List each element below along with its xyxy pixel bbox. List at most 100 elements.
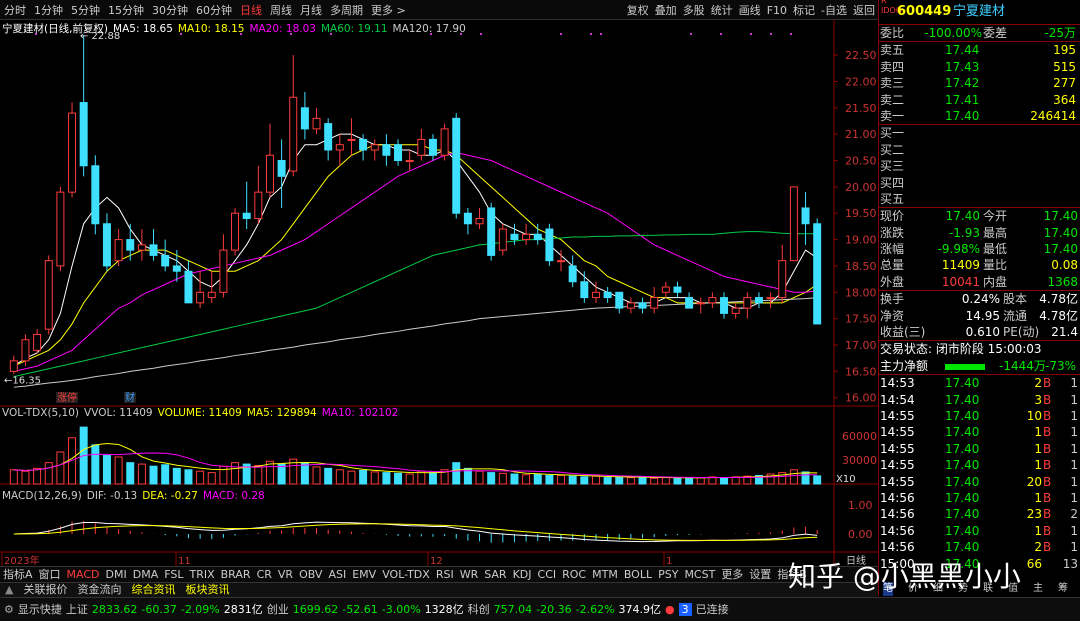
nav-tab[interactable]: 综合资讯: [126, 583, 180, 596]
tool-button[interactable]: F10: [764, 4, 790, 17]
tick-time: 14:55: [880, 458, 915, 473]
indicator-tab[interactable]: BOLL: [621, 568, 655, 581]
tool-button[interactable]: 返回: [850, 4, 878, 17]
indicator-tab[interactable]: VOL-TDX: [379, 568, 433, 581]
volume-bar: [789, 469, 798, 485]
indicator-tab[interactable]: CCI: [535, 568, 560, 581]
period-tab[interactable]: 分时: [0, 4, 30, 17]
event-marker: [560, 33, 562, 35]
tool-button[interactable]: 标记: [790, 4, 818, 17]
indicator-tab[interactable]: TRIX: [186, 568, 217, 581]
volume-bar: [370, 471, 379, 485]
indicator-tab[interactable]: BRAR: [218, 568, 254, 581]
alert-icon[interactable]: ●: [665, 603, 675, 616]
status-label[interactable]: 显示快捷: [18, 603, 62, 616]
dif-line: [13, 521, 818, 543]
period-tab[interactable]: 周线: [266, 4, 296, 17]
candle-body: [428, 138, 437, 156]
tick-count: 1: [1070, 458, 1078, 473]
period-tab[interactable]: 更多 >: [367, 4, 410, 17]
tool-button[interactable]: 叠加: [652, 4, 680, 17]
indicator-tab[interactable]: WR: [457, 568, 482, 581]
indicator-tab[interactable]: ROC: [559, 568, 589, 581]
candle-body: [277, 160, 286, 177]
kline-chart-area[interactable]: 22.50 22.00 21.50 21.00 20.50 20.00 19.50 19.00…: [0, 20, 878, 567]
period-tab[interactable]: 日线: [236, 4, 266, 17]
indicator-tab[interactable]: SAR: [481, 568, 509, 581]
tool-button[interactable]: 统计: [708, 4, 736, 17]
nav-tab[interactable]: 板块资讯: [180, 583, 234, 596]
period-tab[interactable]: 60分钟: [192, 4, 236, 17]
indicator-tab[interactable]: CR: [254, 568, 275, 581]
book-label: 卖二: [880, 92, 905, 107]
candle-body: [161, 254, 170, 267]
indicator-tab[interactable]: EMV: [349, 568, 379, 581]
buy-row: 买二: [879, 142, 1080, 158]
candle-body: [720, 297, 729, 314]
candle-body: [568, 265, 577, 283]
volume-bar: [172, 467, 181, 485]
stat-value: 0.610: [965, 325, 1000, 340]
indicator-tab[interactable]: 更多: [718, 568, 746, 581]
period-tab[interactable]: 5分钟: [67, 4, 104, 17]
index-name[interactable]: 科创: [468, 603, 490, 616]
ma-legend-item: MA60: 19.11: [320, 23, 388, 35]
volume-bar: [33, 467, 42, 485]
tick-volume: 3: [1034, 392, 1042, 407]
nav-arrow-icon[interactable]: ▲: [0, 583, 18, 596]
indicator-tab[interactable]: VR: [275, 568, 296, 581]
indicator-tab[interactable]: 窗口: [36, 568, 64, 581]
period-tab[interactable]: 15分钟: [104, 4, 148, 17]
index-name[interactable]: 上证: [66, 603, 88, 616]
indicator-tab[interactable]: 指标A: [0, 568, 36, 581]
tool-button[interactable]: 多股: [680, 4, 708, 17]
stock-code: 600449: [897, 4, 952, 19]
tick-count: 1: [1070, 441, 1078, 456]
tick-side: B: [1043, 408, 1052, 423]
volume-bar: [557, 474, 566, 485]
index-name[interactable]: 创业: [267, 603, 289, 616]
right-tab[interactable]: 主: [1033, 582, 1043, 596]
period-tab[interactable]: 月线: [296, 4, 326, 17]
period-tab[interactable]: 1分钟: [30, 4, 67, 17]
price-tick-label: 19.00: [845, 234, 877, 247]
macd-legend-item: DEA: -0.27: [142, 490, 198, 502]
vol-unit: X10: [836, 474, 856, 485]
gear-icon[interactable]: ⚙: [4, 603, 14, 616]
tick-row: 14:53 17.40 2 B 1: [879, 375, 1080, 391]
stat-label: 收益(三): [880, 325, 926, 340]
nav-tab[interactable]: 资金流向: [72, 583, 126, 596]
indicator-tab[interactable]: DMI: [103, 568, 130, 581]
indicator-tab[interactable]: DMA: [130, 568, 162, 581]
indicator-tab[interactable]: RSI: [433, 568, 457, 581]
kline-svg[interactable]: 22.50 22.00 21.50 21.00 20.50 20.00 19.50 19.00…: [0, 20, 878, 567]
x-label: 1: [666, 556, 672, 566]
tag-text: 财: [125, 391, 135, 404]
index-amount: 374.9亿: [618, 603, 662, 616]
period-tab[interactable]: 多周期: [326, 4, 367, 17]
event-marker: [720, 33, 722, 35]
indicator-tab[interactable]: ASI: [325, 568, 349, 581]
tool-button[interactable]: 复权: [624, 4, 652, 17]
right-tab[interactable]: 筹: [1058, 582, 1068, 596]
tool-button[interactable]: -自选: [818, 4, 850, 17]
indicator-tab[interactable]: FSL: [161, 568, 186, 581]
candle-body: [207, 291, 216, 299]
index-value: 757.04: [493, 603, 533, 616]
index-change: -20.36: [536, 603, 572, 616]
indicator-tab[interactable]: PSY: [655, 568, 681, 581]
tool-button[interactable]: 画线: [736, 4, 764, 17]
indicator-tab[interactable]: MCST: [681, 568, 718, 581]
indicator-tab[interactable]: MACD: [64, 568, 103, 581]
tick-row: 14:56 17.40 1 B 1: [879, 523, 1080, 539]
stat-value: 0.24%: [961, 292, 1000, 307]
indicator-tab[interactable]: KDJ: [510, 568, 535, 581]
price-tick-label: 20.00: [845, 181, 877, 194]
price-tick-label: 17.50: [845, 313, 877, 326]
indicator-tab[interactable]: MTM: [589, 568, 621, 581]
volume-bar: [696, 477, 705, 485]
period-tab[interactable]: 30分钟: [148, 4, 192, 17]
nav-tab[interactable]: 关联报价: [18, 583, 72, 596]
indicator-tab[interactable]: OBV: [296, 568, 325, 581]
indicator-tab[interactable]: 设置: [746, 568, 774, 581]
